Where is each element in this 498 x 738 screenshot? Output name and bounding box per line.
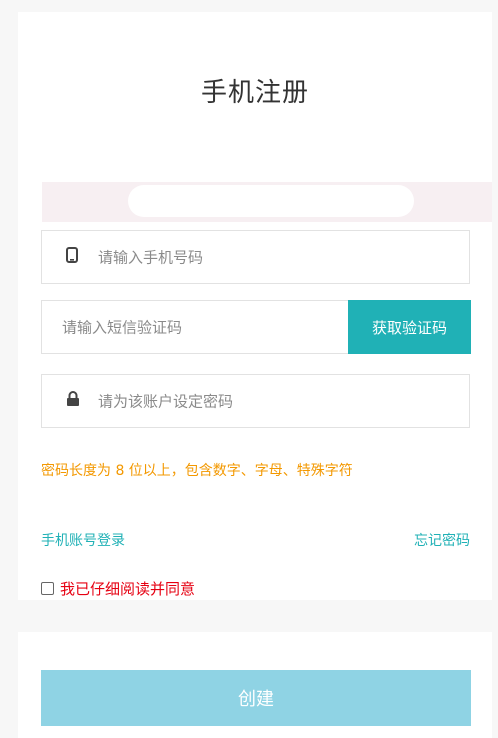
phone-field[interactable]: 请输入手机号码 [41, 230, 470, 284]
separator-gap [18, 600, 492, 632]
sms-code-field[interactable]: 请输入短信验证码 [41, 300, 349, 354]
forgot-password-link[interactable]: 忘记密码 [414, 530, 470, 550]
create-button[interactable]: 创建 [41, 670, 471, 726]
agree-label: 我已仔细阅读并同意 [60, 580, 196, 598]
phone-login-link[interactable]: 手机账号登录 [41, 530, 125, 550]
phone-icon [66, 247, 78, 267]
password-field[interactable]: 请为该账户设定密码 [41, 374, 470, 428]
password-placeholder: 请为该账户设定密码 [98, 392, 234, 411]
page-title: 手机注册 [200, 78, 309, 108]
banner-strip [42, 182, 492, 222]
agree-row[interactable]: 我已仔细阅读并同意 [41, 578, 195, 599]
banner-pill [128, 185, 414, 217]
register-card: 手机注册 请输入手机号码 请输入短信验证码 获取验证码 请为该账户设定密码 密码… [18, 12, 492, 738]
get-code-button[interactable]: 获取验证码 [348, 300, 471, 354]
phone-placeholder: 请输入手机号码 [98, 248, 204, 267]
lock-icon [66, 391, 80, 411]
sms-code-placeholder: 请输入短信验证码 [62, 318, 183, 337]
password-hint: 密码长度为 8 位以上，包含数字、字母、特殊字符 [41, 463, 353, 479]
agree-checkbox[interactable] [41, 582, 54, 595]
